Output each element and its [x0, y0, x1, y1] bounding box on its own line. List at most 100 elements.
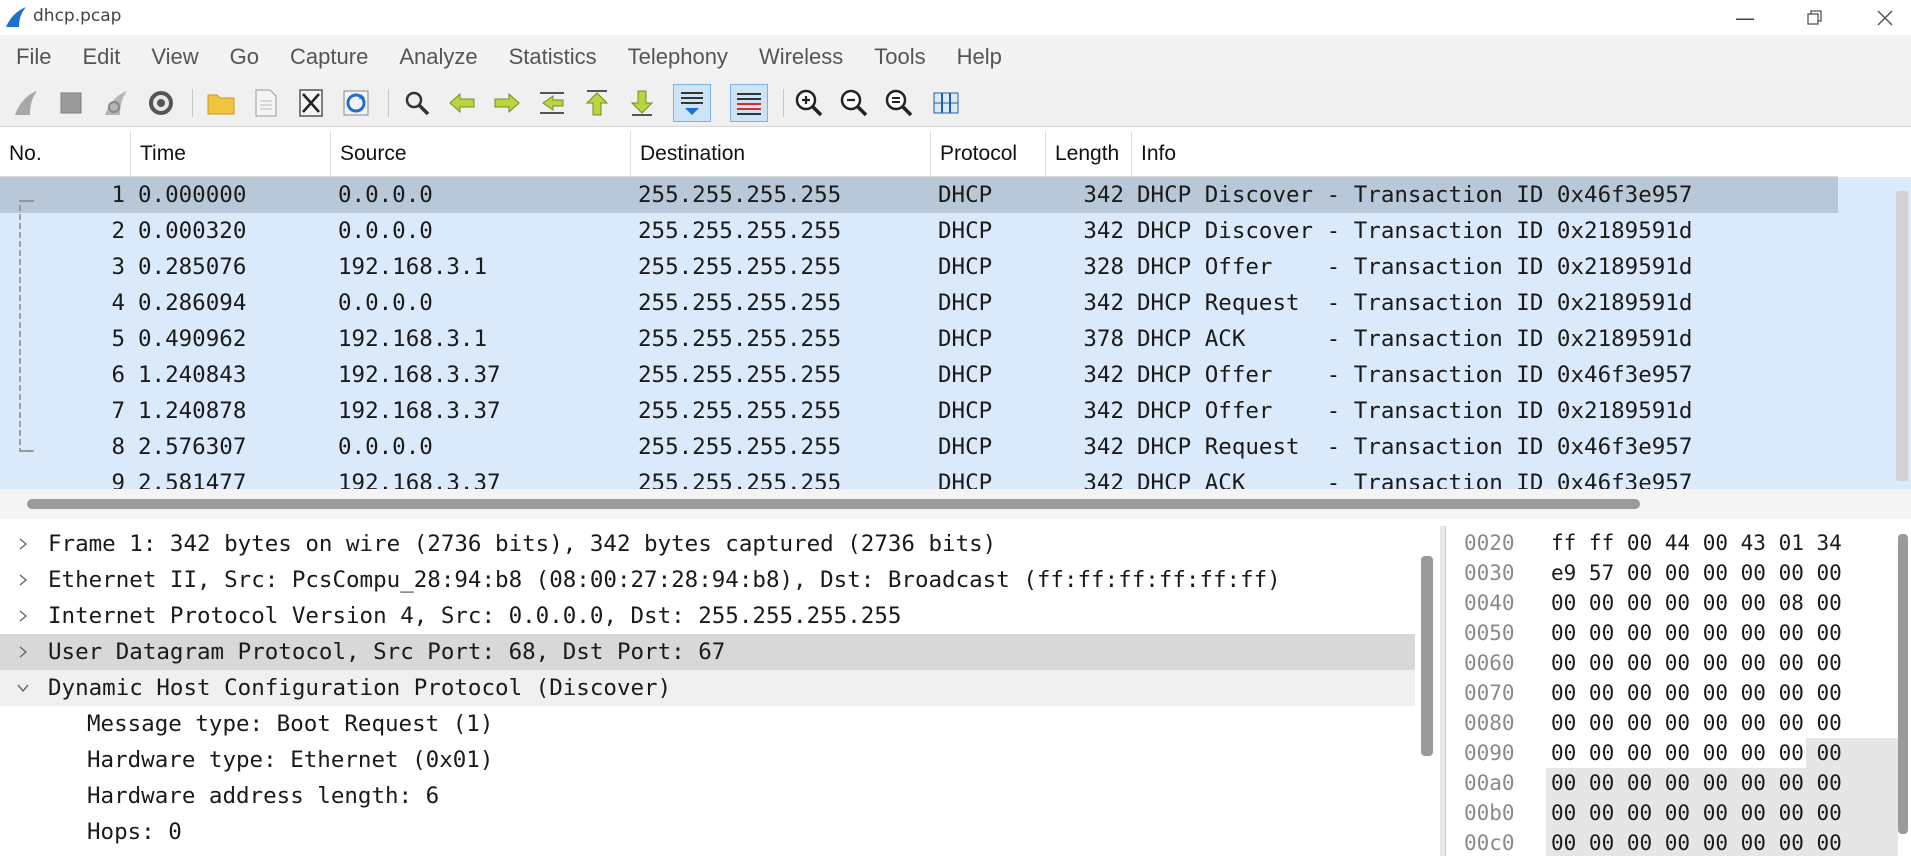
- packet-protocol: DHCP: [938, 254, 993, 280]
- go-forward-button[interactable]: [488, 84, 526, 122]
- maximize-button[interactable]: [1780, 0, 1850, 35]
- bytes-vscroll[interactable]: [1898, 534, 1908, 834]
- tree-leaf[interactable]: Hardware address length: 6: [0, 778, 1415, 814]
- chevron-right-icon[interactable]: [14, 526, 32, 562]
- capture-options-button[interactable]: [142, 84, 180, 122]
- zoom-out-button[interactable]: [835, 84, 873, 122]
- restart-capture-button[interactable]: [97, 84, 135, 122]
- packet-row[interactable]: 3 0.285076 192.168.3.1 255.255.255.255 D…: [0, 249, 1838, 285]
- packet-list-vscroll[interactable]: [1838, 177, 1911, 489]
- chevron-right-icon[interactable]: [14, 634, 32, 670]
- packet-destination: 255.255.255.255: [638, 470, 842, 489]
- menu-help[interactable]: Help: [957, 44, 1002, 70]
- packet-row[interactable]: 4 0.286094 0.0.0.0 255.255.255.255 DHCP …: [0, 285, 1838, 321]
- byte-offset: 0030: [1464, 561, 1515, 585]
- details-vscroll[interactable]: [1415, 526, 1440, 856]
- bytes-row[interactable]: 0050 00 00 00 00 00 00 00 00: [1446, 618, 1911, 648]
- find-packet-button[interactable]: [398, 84, 436, 122]
- packet-info: DHCP Request - Transaction ID 0x2189591d: [1137, 290, 1693, 316]
- menu-wireless[interactable]: Wireless: [759, 44, 843, 70]
- column-header-time[interactable]: Time: [131, 131, 331, 177]
- last-packet-button[interactable]: [623, 84, 661, 122]
- menu-telephony[interactable]: Telephony: [628, 44, 728, 70]
- column-header-info[interactable]: Info: [1132, 131, 1838, 177]
- tree-leaf-label: Hops: 0: [87, 819, 182, 845]
- go-back-button[interactable]: [443, 84, 481, 122]
- go-to-packet-button[interactable]: [533, 84, 571, 122]
- tree-item-dhcp[interactable]: Dynamic Host Configuration Protocol (Dis…: [0, 670, 1415, 706]
- menu-view[interactable]: View: [151, 44, 198, 70]
- menu-analyze[interactable]: Analyze: [399, 44, 477, 70]
- byte-hex: 00 00 00 00 00 00 00 00: [1551, 801, 1842, 825]
- tree-leaf[interactable]: Hops: 0: [0, 814, 1415, 850]
- arrow-up-icon: [585, 90, 609, 116]
- scrollbar-thumb[interactable]: [27, 499, 1640, 509]
- menu-file[interactable]: File: [16, 44, 51, 70]
- bytes-row[interactable]: 0060 00 00 00 00 00 00 00 00: [1446, 648, 1911, 678]
- start-capture-button[interactable]: [7, 84, 45, 122]
- chevron-right-icon[interactable]: [14, 562, 32, 598]
- zoom-in-button[interactable]: [790, 84, 828, 122]
- tree-leaf[interactable]: Message type: Boot Request (1): [0, 706, 1415, 742]
- magnifier-icon: [405, 91, 430, 116]
- save-file-button[interactable]: [247, 84, 285, 122]
- packet-row[interactable]: 6 1.240843 192.168.3.37 255.255.255.255 …: [0, 357, 1838, 393]
- bytes-row[interactable]: 0090 00 00 00 00 00 00 00 00: [1446, 738, 1911, 768]
- column-header-no[interactable]: No.: [0, 131, 131, 177]
- packet-protocol: DHCP: [938, 290, 993, 316]
- bytes-row[interactable]: 0030 e9 57 00 00 00 00 00 00: [1446, 558, 1911, 588]
- menu-statistics[interactable]: Statistics: [509, 44, 597, 70]
- bytes-row[interactable]: 00b0 00 00 00 00 00 00 00 00: [1446, 798, 1911, 828]
- column-header-length[interactable]: Length: [1046, 131, 1132, 177]
- scrollbar-thumb[interactable]: [1421, 556, 1433, 756]
- document-icon: [255, 89, 277, 117]
- minimize-button[interactable]: —: [1710, 0, 1780, 35]
- packet-row[interactable]: 5 0.490962 192.168.3.1 255.255.255.255 D…: [0, 321, 1838, 357]
- bytes-row[interactable]: 00a0 00 00 00 00 00 00 00 00: [1446, 768, 1911, 798]
- packet-row[interactable]: 7 1.240878 192.168.3.37 255.255.255.255 …: [0, 393, 1838, 429]
- tree-item-ipv4[interactable]: Internet Protocol Version 4, Src: 0.0.0.…: [0, 598, 1415, 634]
- close-file-icon: [299, 89, 323, 117]
- tree-item-udp[interactable]: User Datagram Protocol, Src Port: 68, Ds…: [0, 634, 1415, 670]
- arrow-left-icon: [449, 92, 475, 114]
- packet-row[interactable]: 1 0.000000 0.0.0.0 255.255.255.255 DHCP …: [0, 177, 1838, 213]
- first-packet-button[interactable]: [578, 84, 616, 122]
- scrollbar-thumb[interactable]: [1896, 191, 1908, 481]
- packet-row[interactable]: 8 2.576307 0.0.0.0 255.255.255.255 DHCP …: [0, 429, 1838, 465]
- byte-offset: 00b0: [1464, 801, 1515, 825]
- packet-row[interactable]: 2 0.000320 0.0.0.0 255.255.255.255 DHCP …: [0, 213, 1838, 249]
- colorize-button[interactable]: [730, 84, 768, 122]
- bytes-row[interactable]: 0040 00 00 00 00 00 00 08 00: [1446, 588, 1911, 618]
- tree-item-frame[interactable]: Frame 1: 342 bytes on wire (2736 bits), …: [0, 526, 1415, 562]
- auto-scroll-button[interactable]: [673, 84, 711, 122]
- menu-tools[interactable]: Tools: [874, 44, 925, 70]
- toolbar-separator: [783, 89, 784, 117]
- resize-columns-button[interactable]: [927, 84, 965, 122]
- bytes-row[interactable]: 0020 ff ff 00 44 00 43 01 34: [1446, 528, 1911, 558]
- chevron-down-icon[interactable]: [14, 670, 32, 706]
- reload-file-button[interactable]: [337, 84, 375, 122]
- column-header-protocol[interactable]: Protocol: [931, 131, 1046, 177]
- column-header-destination[interactable]: Destination: [631, 131, 931, 177]
- menu-edit[interactable]: Edit: [82, 44, 120, 70]
- column-header-source[interactable]: Source: [331, 131, 631, 177]
- tree-leaf[interactable]: Hardware type: Ethernet (0x01): [0, 742, 1415, 778]
- stop-capture-button[interactable]: [52, 84, 90, 122]
- open-file-button[interactable]: [202, 84, 240, 122]
- menu-go[interactable]: Go: [230, 44, 259, 70]
- bytes-row[interactable]: 0070 00 00 00 00 00 00 00 00: [1446, 678, 1911, 708]
- menu-capture[interactable]: Capture: [290, 44, 368, 70]
- bytes-row[interactable]: 0080 00 00 00 00 00 00 00 00: [1446, 708, 1911, 738]
- minimize-icon: —: [1735, 5, 1755, 30]
- tree-item-label: Dynamic Host Configuration Protocol (Dis…: [48, 675, 672, 701]
- packet-row[interactable]: 9 2.581477 192.168.3.37 255.255.255.255 …: [0, 465, 1838, 489]
- normal-size-button[interactable]: [880, 84, 918, 122]
- bytes-row[interactable]: 00c0 00 00 00 00 00 00 00 00: [1446, 828, 1911, 856]
- close-button[interactable]: [1850, 0, 1911, 35]
- chevron-right-icon[interactable]: [14, 598, 32, 634]
- close-file-button[interactable]: [292, 84, 330, 122]
- packet-list-hscroll[interactable]: [0, 489, 1911, 519]
- zoom-reset-icon: [885, 89, 913, 117]
- window-title: dhcp.pcap: [33, 6, 122, 26]
- tree-item-ethernet[interactable]: Ethernet II, Src: PcsCompu_28:94:b8 (08:…: [0, 562, 1415, 598]
